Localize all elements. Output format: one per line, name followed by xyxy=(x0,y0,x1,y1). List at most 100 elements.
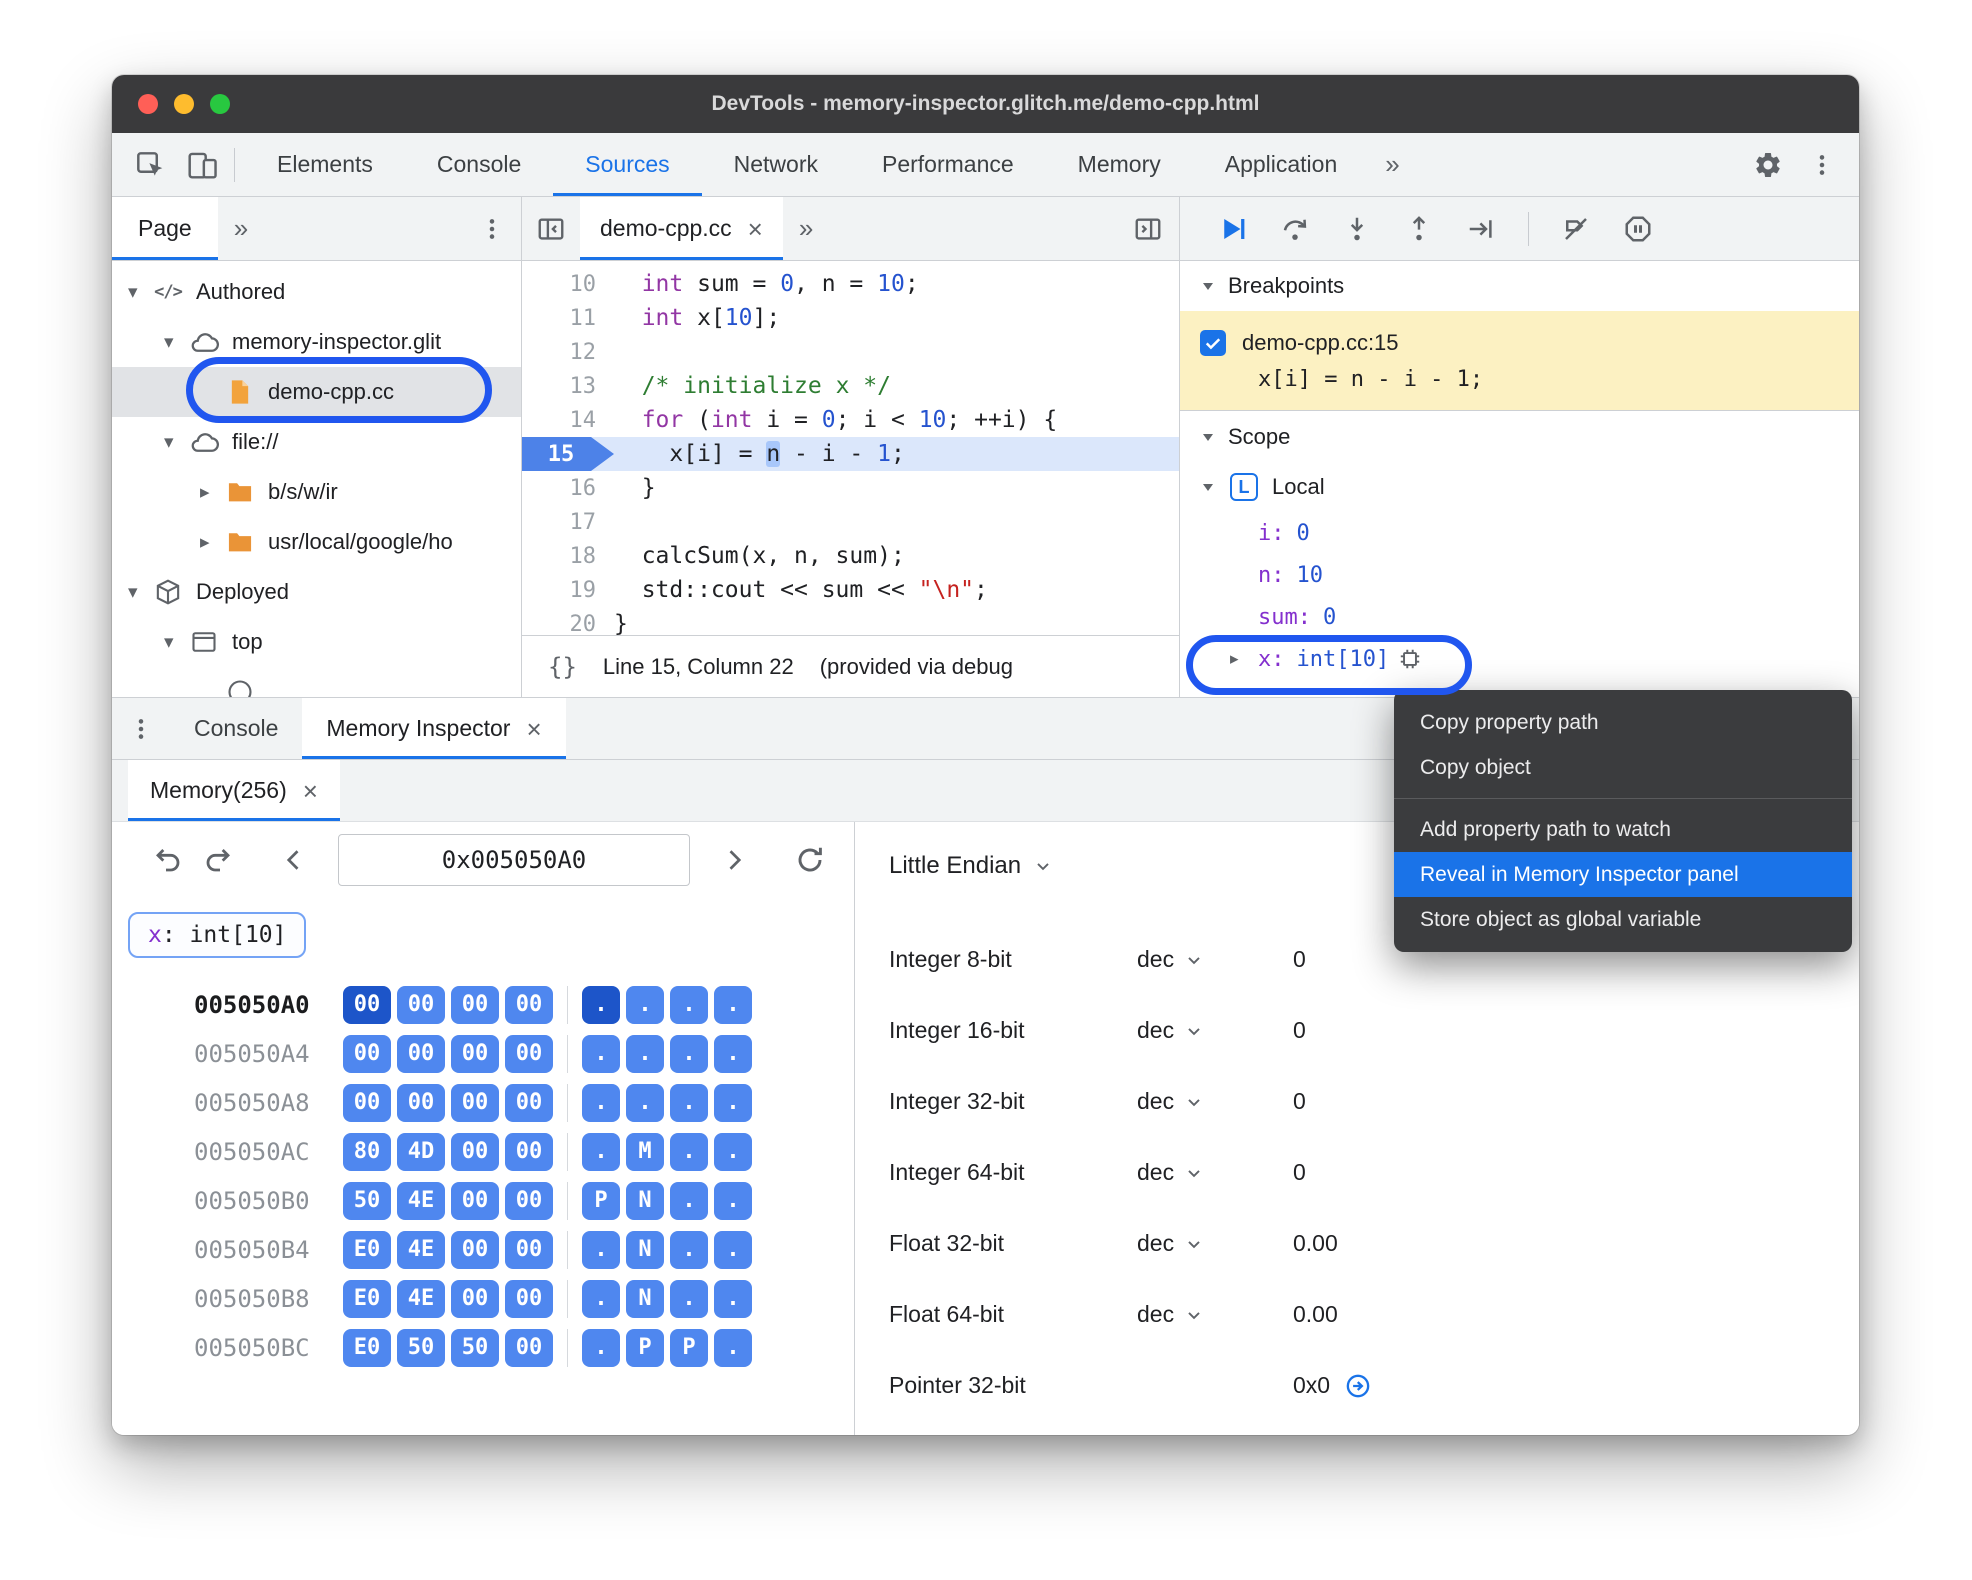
tab-sources[interactable]: Sources xyxy=(553,133,701,196)
toggle-navigator-icon[interactable] xyxy=(522,197,580,260)
line-number-12[interactable]: 12 xyxy=(522,335,614,369)
ascii-cell[interactable]: . xyxy=(670,1279,708,1318)
byte-cell[interactable]: 00 xyxy=(451,1181,499,1220)
tree-item-demo-cpp-cc[interactable]: demo-cpp.cc xyxy=(112,367,521,417)
breakpoint-checkbox[interactable] xyxy=(1200,330,1226,356)
byte-cell[interactable]: 00 xyxy=(451,1034,499,1073)
ascii-cell[interactable]: . xyxy=(670,1132,708,1171)
step-icon[interactable] xyxy=(1466,214,1496,244)
byte-cell[interactable]: 00 xyxy=(451,1230,499,1269)
ascii-cell[interactable]: M xyxy=(626,1132,664,1171)
ascii-cell[interactable]: N xyxy=(626,1279,664,1318)
byte-cell[interactable]: 00 xyxy=(505,985,553,1024)
undo-icon[interactable] xyxy=(152,844,184,876)
byte-cell[interactable]: 00 xyxy=(451,1132,499,1171)
byte-cell[interactable]: 4E xyxy=(397,1181,445,1220)
code-line-11[interactable]: 11 int x[10]; xyxy=(522,301,1179,335)
tree-item-usr-local-google-ho[interactable]: ▸ usr/local/google/ho xyxy=(112,517,521,567)
expand-triangle-icon[interactable]: ▸ xyxy=(1230,649,1258,669)
tree-item-file[interactable]: ▾ file:// xyxy=(112,417,521,467)
ascii-cell[interactable]: . xyxy=(626,1083,664,1122)
ascii-cell[interactable]: N xyxy=(626,1181,664,1220)
format-dropdown[interactable]: dec xyxy=(1137,1230,1293,1257)
byte-cell[interactable]: 4D xyxy=(397,1132,445,1171)
close-icon[interactable]: × xyxy=(526,716,541,742)
tree-item-top[interactable]: ▾ top xyxy=(112,617,521,667)
code-line-20[interactable]: 20} xyxy=(522,607,1179,635)
line-number-20[interactable]: 20 xyxy=(522,607,614,636)
ascii-cell[interactable]: . xyxy=(714,1034,752,1073)
settings-gear-icon[interactable] xyxy=(1753,150,1783,180)
toggle-debugger-sidebar-icon[interactable] xyxy=(1133,214,1163,244)
step-into-icon[interactable] xyxy=(1342,214,1372,244)
format-dropdown[interactable]: dec xyxy=(1137,1301,1293,1328)
drawer-menu-kebab-icon[interactable] xyxy=(112,698,170,759)
ascii-cell[interactable]: . xyxy=(582,1328,620,1367)
expander-icon[interactable]: ▾ xyxy=(164,331,188,354)
previous-page-icon[interactable] xyxy=(280,846,308,874)
byte-cell[interactable]: 50 xyxy=(397,1328,445,1367)
pause-on-exceptions-icon[interactable] xyxy=(1623,214,1653,244)
line-number-16[interactable]: 16 xyxy=(522,471,614,505)
navigator-menu-kebab-icon[interactable] xyxy=(479,216,521,242)
main-menu-kebab-icon[interactable] xyxy=(1809,152,1835,178)
code-line-17[interactable]: 17 xyxy=(522,505,1179,539)
ascii-cell[interactable]: . xyxy=(582,1034,620,1073)
byte-cell[interactable]: 00 xyxy=(451,985,499,1024)
byte-cell[interactable]: 50 xyxy=(343,1181,391,1220)
byte-cell[interactable]: 00 xyxy=(505,1230,553,1269)
byte-cell[interactable]: 00 xyxy=(343,1034,391,1073)
next-page-icon[interactable] xyxy=(720,846,748,874)
drawer-tab-memory-inspector[interactable]: Memory Inspector × xyxy=(302,698,566,759)
more-panels-chevron[interactable]: » xyxy=(1369,149,1415,180)
refresh-icon[interactable] xyxy=(794,844,826,876)
ascii-cell[interactable]: . xyxy=(582,985,620,1024)
byte-cell[interactable]: 00 xyxy=(505,1034,553,1073)
scope-section-header[interactable]: Scope xyxy=(1180,410,1859,462)
step-out-icon[interactable] xyxy=(1404,214,1434,244)
format-dropdown[interactable]: dec xyxy=(1137,1159,1293,1186)
scope-var-x[interactable]: ▸ x: int[10] xyxy=(1180,638,1859,680)
ascii-cell[interactable]: . xyxy=(714,1328,752,1367)
format-dropdown[interactable]: dec xyxy=(1137,1017,1293,1044)
scope-var-i[interactable]: i: 0 xyxy=(1180,512,1859,554)
code-line-15[interactable]: 15 x[i] = n - i - 1; xyxy=(522,437,1179,471)
redo-icon[interactable] xyxy=(202,844,234,876)
byte-cell[interactable]: 50 xyxy=(451,1328,499,1367)
tab-page[interactable]: Page xyxy=(112,197,218,260)
byte-cell[interactable]: 00 xyxy=(505,1328,553,1367)
ascii-cell[interactable]: . xyxy=(670,985,708,1024)
menu-item-reveal-in-memory-inspector-panel[interactable]: Reveal in Memory Inspector panel xyxy=(1394,852,1852,897)
byte-cell[interactable]: 00 xyxy=(505,1279,553,1318)
more-navigator-tabs-chevron[interactable]: » xyxy=(218,213,264,244)
breakpoints-section-header[interactable]: Breakpoints xyxy=(1180,261,1859,311)
step-over-icon[interactable] xyxy=(1280,214,1310,244)
memory-tab[interactable]: Memory(256) × xyxy=(128,760,340,821)
expander-icon[interactable]: ▸ xyxy=(200,531,224,554)
resume-script-icon[interactable] xyxy=(1218,214,1248,244)
line-number-19[interactable]: 19 xyxy=(522,573,614,607)
deactivate-breakpoints-icon[interactable] xyxy=(1561,214,1591,244)
tree-item-authored[interactable]: ▾ </> Authored xyxy=(112,267,521,317)
byte-cell[interactable]: 00 xyxy=(505,1132,553,1171)
expander-icon[interactable]: ▸ xyxy=(200,481,224,504)
byte-cell[interactable]: 00 xyxy=(451,1083,499,1122)
tab-console[interactable]: Console xyxy=(405,133,553,196)
byte-cell[interactable]: E0 xyxy=(343,1328,391,1367)
code-line-10[interactable]: 10 int sum = 0, n = 10; xyxy=(522,267,1179,301)
ascii-cell[interactable]: . xyxy=(582,1132,620,1171)
scope-var-n[interactable]: n: 10 xyxy=(1180,554,1859,596)
line-number-10[interactable]: 10 xyxy=(522,267,614,301)
line-number-11[interactable]: 11 xyxy=(522,301,614,335)
menu-item-store-object-as-global-variable[interactable]: Store object as global variable xyxy=(1394,897,1852,942)
ascii-cell[interactable]: . xyxy=(582,1230,620,1269)
memory-object-tag[interactable]: x: int[10] xyxy=(128,912,307,958)
byte-cell[interactable]: 00 xyxy=(505,1181,553,1220)
ascii-cell[interactable]: . xyxy=(714,1181,752,1220)
menu-item-add-property-path-to-watch[interactable]: Add property path to watch xyxy=(1394,807,1852,852)
tab-network[interactable]: Network xyxy=(702,133,850,196)
code-line-18[interactable]: 18 calcSum(x, n, sum); xyxy=(522,539,1179,573)
code-editor[interactable]: 10 int sum = 0, n = 10; 11 int x[10]; 12 13… xyxy=(522,261,1179,635)
tab-application[interactable]: Application xyxy=(1193,133,1370,196)
expander-icon[interactable]: ▾ xyxy=(128,581,152,604)
